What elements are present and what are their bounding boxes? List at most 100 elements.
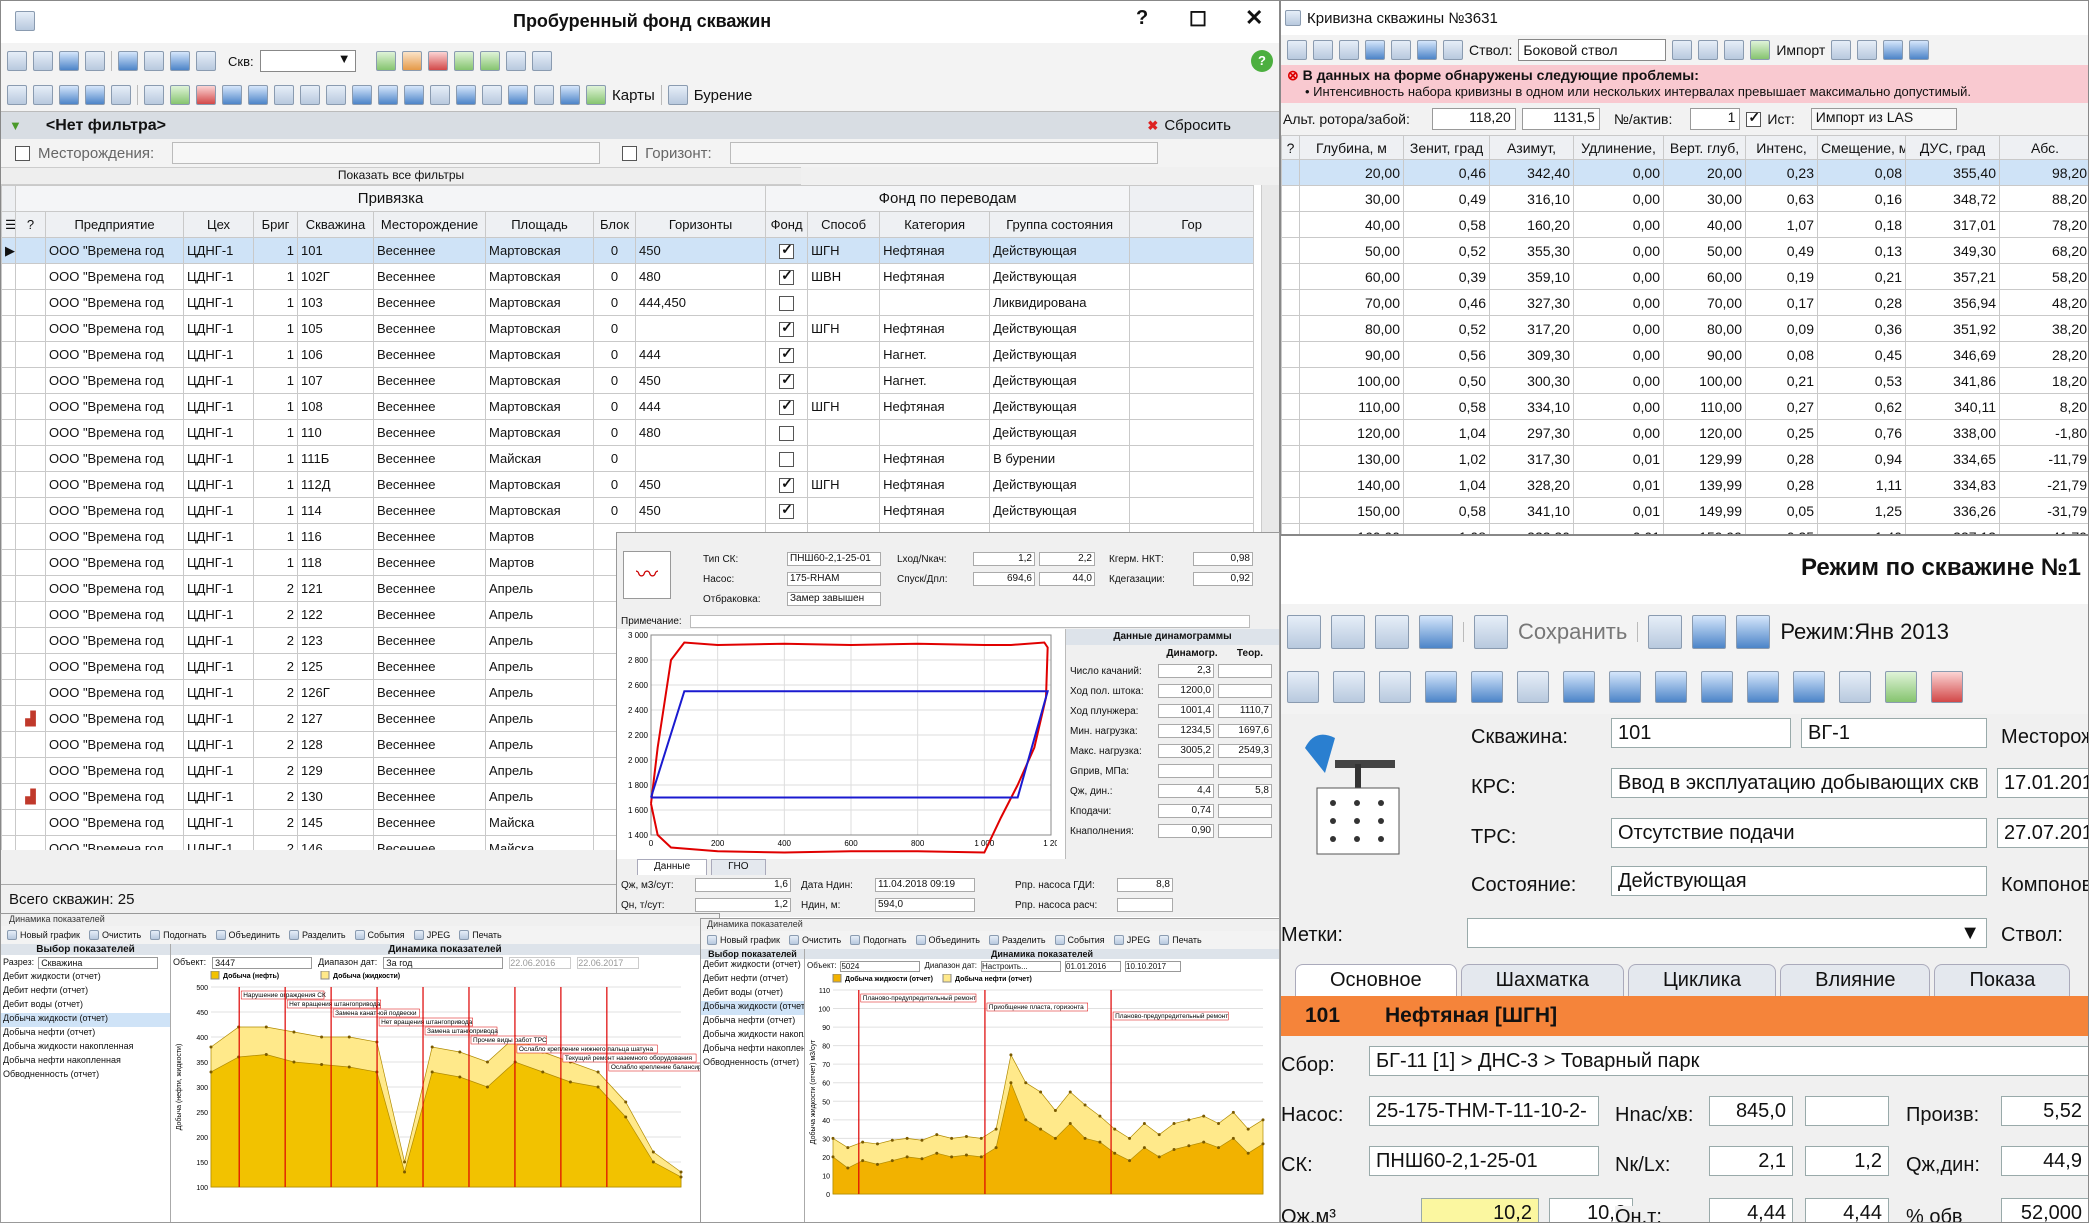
table2-icon[interactable] [1698, 40, 1719, 60]
toolbar-icon[interactable] [150, 930, 161, 940]
tab-2[interactable]: Циклика [1628, 964, 1777, 996]
curvature-column-header[interactable]: Глубина, м [1299, 135, 1404, 160]
pump-icon[interactable] [1379, 671, 1411, 703]
toolbar-icon[interactable] [707, 935, 717, 945]
row-indicator[interactable] [1, 445, 16, 472]
camera-icon[interactable] [1375, 615, 1409, 649]
toolbar-button[interactable]: Подогнать [863, 935, 906, 945]
dyn-field-value[interactable]: 0,92 [1193, 572, 1253, 586]
toolbar-button[interactable]: Новый график [720, 935, 780, 945]
fund-cell[interactable] [765, 237, 809, 264]
spool-icon[interactable] [1747, 671, 1779, 703]
dyn-param-theor[interactable] [1218, 664, 1272, 678]
dyn-field-value[interactable]: 11.04.2018 09:19 [875, 878, 975, 892]
row-indicator[interactable] [1281, 445, 1300, 472]
curvature-column-header[interactable]: Интенс, [1745, 135, 1818, 160]
toolbar-button[interactable]: JPEG [427, 930, 451, 940]
fund-checkbox[interactable] [779, 397, 795, 415]
zaboi-field[interactable]: 1131,5 [1521, 108, 1600, 130]
date-to-2[interactable]: 10.10.2017 [1125, 961, 1181, 972]
sk-field[interactable]: ПНШ60-2,1-25-01 [1369, 1146, 1599, 1176]
tank-icon[interactable] [222, 85, 242, 105]
dyn-param-theor[interactable]: 1110,7 [1218, 704, 1272, 718]
fund-checkbox[interactable] [779, 345, 795, 363]
indicator-item[interactable]: Дебит воды (отчет) [701, 987, 804, 1001]
table-row[interactable]: ООО "Времена год ЦДНГ-1 1 112Д Весеннее Марто… [1, 471, 1255, 498]
zoom-icon[interactable] [1648, 615, 1683, 649]
column-header[interactable]: Месторождение [373, 211, 486, 238]
pump-field[interactable]: 25-175-THM-T-11-10-2- [1369, 1096, 1599, 1126]
dyn-field-value[interactable]: Замер завышен [787, 592, 881, 606]
valve-icon[interactable] [1471, 671, 1503, 703]
toolbar-icon[interactable] [215, 930, 226, 940]
pipe-icon[interactable] [1883, 40, 1904, 60]
dyn-field-value[interactable]: 8,8 [1117, 878, 1173, 892]
column-header[interactable]: Предприятие [45, 211, 184, 238]
row-indicator[interactable] [1, 627, 16, 654]
gear-icon[interactable] [456, 85, 476, 105]
curvature-row[interactable]: 140,00 1,04 328,20 0,01 139,99 0,28 1,11 334,83… [1281, 471, 2088, 498]
fund-cell[interactable] [765, 419, 809, 446]
skv-select[interactable]: ▼ [259, 50, 356, 72]
row-indicator[interactable] [1, 341, 16, 368]
indicator-item[interactable]: Дебит нефти (отчет) [701, 973, 804, 987]
curvature-row[interactable]: 80,00 0,52 317,20 0,00 80,00 0,09 0,36 351,92 38… [1281, 315, 2088, 342]
row-indicator[interactable] [1281, 497, 1300, 524]
fund-cell[interactable] [765, 471, 809, 498]
clipboard-icon[interactable] [1391, 40, 1411, 60]
toolbar-icon[interactable] [988, 935, 999, 945]
toolbar-icon[interactable] [1113, 935, 1124, 945]
copy-icon[interactable] [505, 51, 526, 71]
fund-cell[interactable] [765, 315, 809, 342]
tab-3[interactable]: Влияние [1780, 964, 1931, 996]
grid-icon[interactable] [1287, 615, 1321, 649]
curvature-row[interactable]: 60,00 0,39 359,10 0,00 60,00 0,19 0,21 357,21 58… [1281, 263, 2088, 290]
dyn-param-value[interactable]: 1001,4 [1158, 704, 1214, 718]
gorizont-select[interactable] [729, 142, 1158, 164]
krs-date-field[interactable]: 17.01.201 [1997, 768, 2088, 798]
table-row[interactable]: ООО "Времена год ЦДНГ-1 1 103 Весеннее Мартов… [1, 289, 1255, 316]
dyn-tab-0[interactable]: Данные [637, 859, 708, 875]
date-from[interactable]: 22.06.2016 [509, 957, 572, 969]
row-indicator[interactable] [1, 757, 16, 784]
export-icon[interactable] [453, 51, 474, 71]
row-indicator[interactable] [1281, 419, 1300, 446]
drilling-button[interactable]: Бурение [694, 87, 753, 104]
gorizont-checkbox[interactable] [622, 145, 638, 161]
dyn-param-theor[interactable]: 5,8 [1218, 784, 1272, 798]
hnas-field[interactable]: 845,0 [1709, 1096, 1793, 1126]
fund-checkbox[interactable] [779, 295, 795, 311]
fund-checkbox[interactable] [779, 501, 795, 519]
dyn-param-value[interactable]: 3005,2 [1158, 744, 1214, 758]
tags-select[interactable]: ▼ [1467, 918, 1987, 948]
toolbar-icon[interactable] [459, 930, 470, 940]
gauge-icon[interactable] [404, 85, 424, 105]
dyn-field-value[interactable]: 694,6 [973, 572, 1035, 586]
dyn-field-value[interactable]: 0,98 [1193, 552, 1253, 566]
row-indicator[interactable] [1281, 237, 1300, 264]
toolbar-icon[interactable] [1159, 935, 1170, 945]
nact-field[interactable]: 1 [1690, 108, 1741, 130]
reset-icon[interactable]: ✖ [1147, 118, 1158, 134]
dyn-param-value[interactable] [1158, 764, 1214, 778]
table-row[interactable]: ООО "Времена год ЦДНГ-1 1 111Б Весеннее Майск… [1, 445, 1255, 472]
indicator-item[interactable]: Добыча нефти (отчет) [1, 1027, 170, 1041]
column-header[interactable]: Группа состояния [989, 211, 1131, 238]
curvature-column-header[interactable]: Смещение, м [1817, 135, 1906, 160]
table-row[interactable]: ООО "Времена год ЦДНГ-1 1 110 Весеннее Мартов… [1, 419, 1255, 446]
curvature-row[interactable]: 130,00 1,02 317,30 0,01 129,99 0,28 0,94 334,65… [1281, 445, 2088, 472]
toolbar-button[interactable]: Новый график [20, 930, 80, 940]
tool-icon[interactable] [352, 85, 372, 105]
toolbar-icon[interactable] [288, 930, 299, 940]
hnas2-field[interactable] [1805, 1096, 1889, 1126]
fund-cell[interactable] [765, 263, 809, 290]
row-indicator[interactable] [1281, 315, 1300, 342]
dyn-field-value[interactable]: 2,2 [1039, 552, 1095, 566]
casing-icon[interactable] [1517, 671, 1549, 703]
dyn-param-value[interactable]: 2,3 [1158, 664, 1214, 678]
spool-icon[interactable] [378, 85, 398, 105]
date-to[interactable]: 22.06.2017 [577, 957, 640, 969]
curvature-row[interactable]: 120,00 1,04 297,30 0,00 120,00 0,25 0,76 338,00… [1281, 419, 2088, 446]
mode-period-button[interactable]: Режим:Янв 2013 [1780, 619, 1949, 645]
object-select[interactable]: 3447 [212, 957, 313, 969]
